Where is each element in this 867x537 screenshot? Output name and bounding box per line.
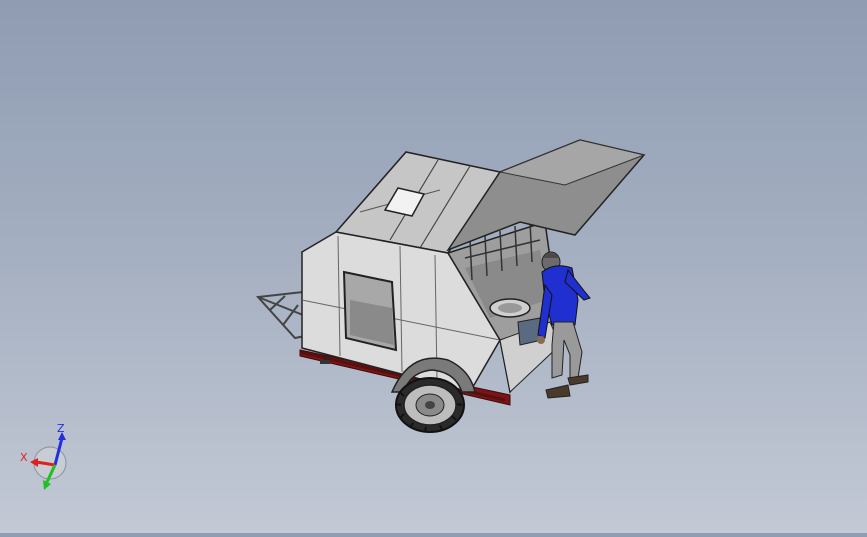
trailer-tongue [255,291,306,340]
triad-z-label: Z [57,422,65,435]
person-figure[interactable] [537,251,591,399]
trailer-model[interactable] [255,139,646,433]
triad-x-label: X [20,451,28,464]
trailer-wheel [395,377,465,433]
coordinate-triad: X Z [20,422,67,490]
3d-viewport[interactable]: X Z [0,0,867,533]
